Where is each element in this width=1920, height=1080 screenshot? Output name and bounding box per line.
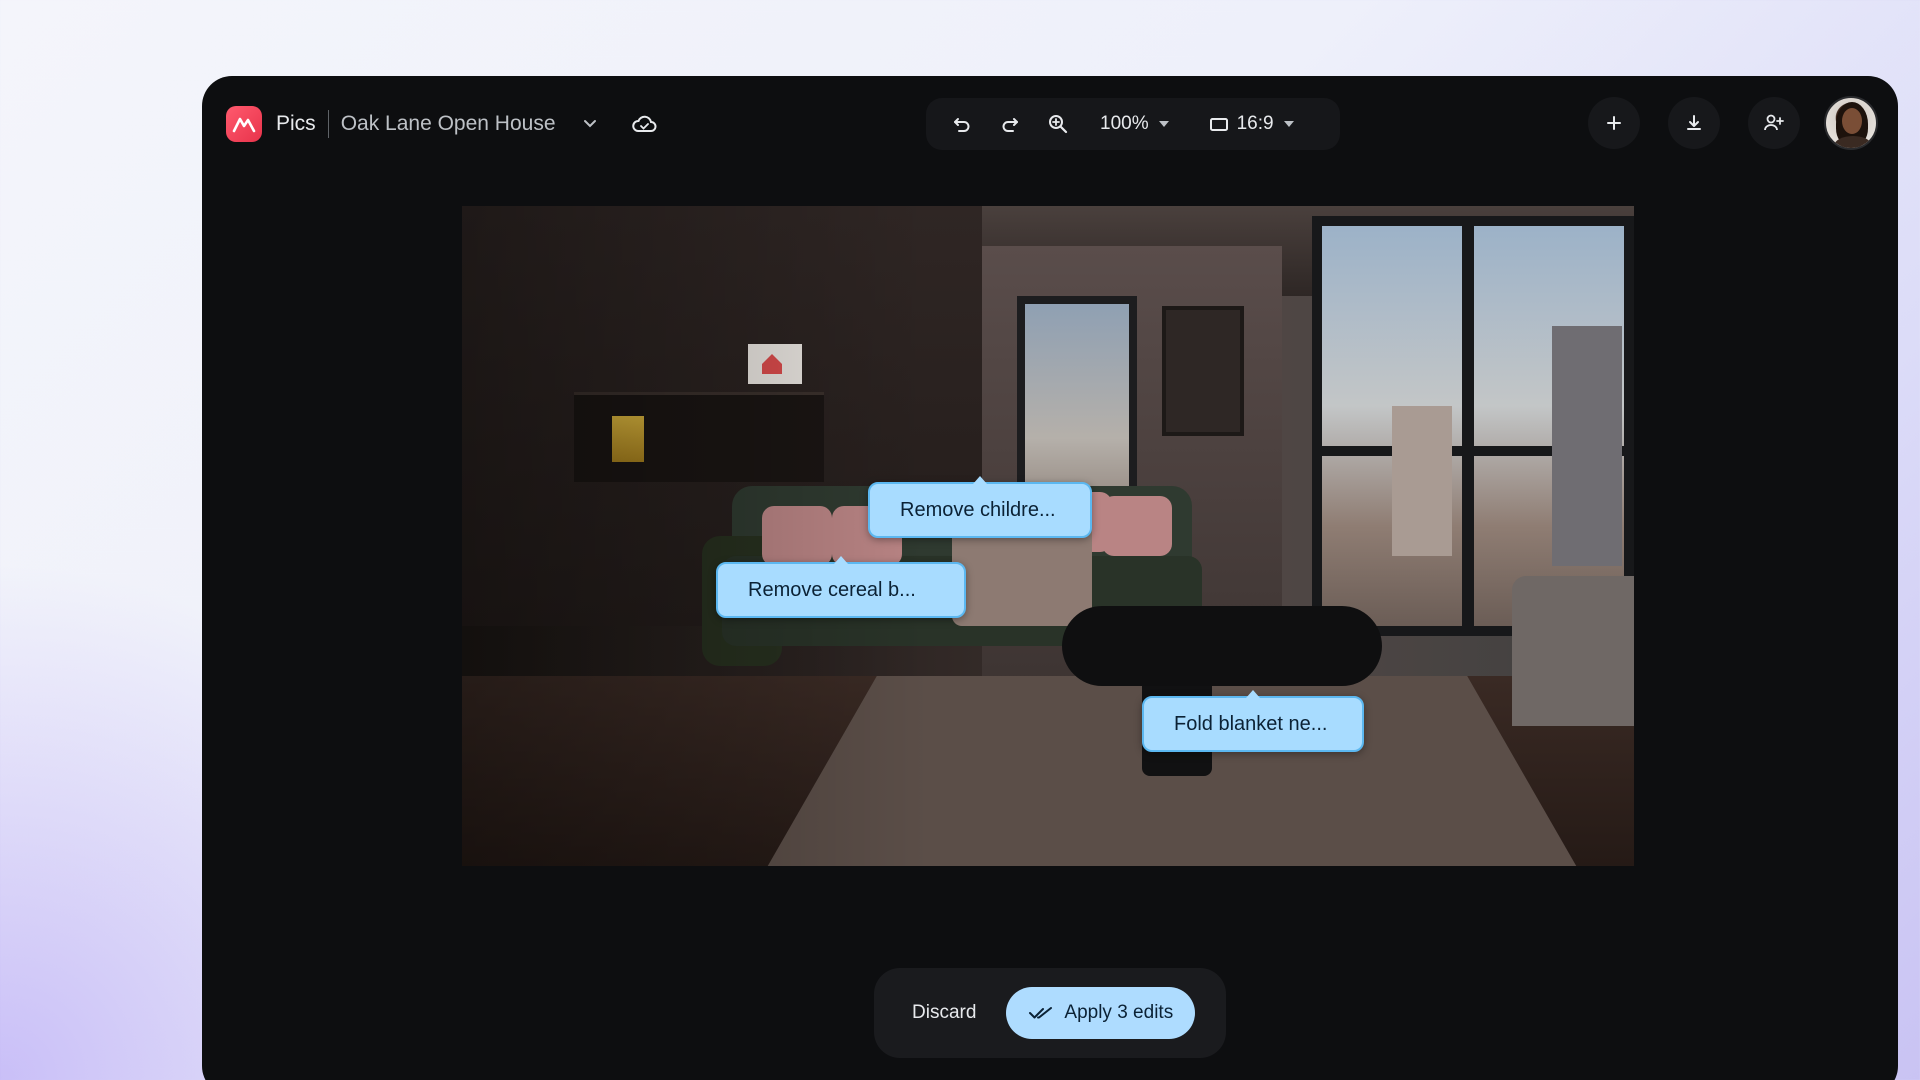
- cloud-icon: [631, 115, 656, 132]
- user-avatar[interactable]: [1824, 96, 1878, 150]
- zoom-button[interactable]: [1038, 104, 1078, 144]
- caret-down-icon: [1158, 121, 1169, 127]
- avatar-face: [1842, 108, 1862, 134]
- apply-edits-button[interactable]: Apply 3 edits: [1006, 987, 1196, 1039]
- edit-bubble-fold-blanket[interactable]: Fold blanket ne...: [1142, 690, 1364, 752]
- aspect-ratio-select[interactable]: 16:9: [1209, 113, 1294, 135]
- app-header: Pics Oak Lane Open House: [226, 104, 664, 144]
- pics-logo-icon: [226, 106, 262, 142]
- zoom-level-select[interactable]: 100%: [1100, 113, 1169, 135]
- double-check-icon: [1028, 1005, 1054, 1021]
- download-button[interactable]: [1668, 97, 1720, 149]
- chevron-down-icon: [583, 120, 596, 128]
- plus-icon: [1607, 116, 1621, 130]
- caret-down-icon: [1283, 121, 1294, 127]
- redo-icon: [1002, 118, 1018, 132]
- project-title[interactable]: Oak Lane Open House: [341, 112, 556, 136]
- zoom-in-icon: [1049, 115, 1068, 134]
- zoom-level-value: 100%: [1100, 113, 1149, 134]
- edit-action-bar: Discard Apply 3 edits: [874, 968, 1226, 1058]
- app-window: Pics Oak Lane Open House 100% 16:9 Remov…: [202, 76, 1898, 1080]
- avatar-body: [1834, 136, 1872, 148]
- undo-button[interactable]: [942, 104, 982, 144]
- edit-bubble-remove-cereal[interactable]: Remove cereal b...: [716, 556, 966, 618]
- discard-button[interactable]: Discard: [890, 987, 998, 1039]
- header-divider: [327, 110, 329, 138]
- edit-bubble-remove-drawing[interactable]: Remove childre...: [868, 476, 1092, 538]
- project-menu-button[interactable]: [570, 104, 610, 144]
- editor-toolbar: 100% 16:9: [926, 98, 1340, 150]
- person-add-icon: [1764, 114, 1784, 131]
- redo-button[interactable]: [990, 104, 1030, 144]
- apply-edits-label: Apply 3 edits: [1064, 1002, 1174, 1023]
- header-actions: [1560, 96, 1878, 150]
- aspect-ratio-icon: [1209, 118, 1228, 131]
- share-button[interactable]: [1748, 97, 1800, 149]
- undo-icon: [954, 118, 970, 132]
- aspect-ratio-value: 16:9: [1236, 113, 1274, 134]
- app-name: Pics: [276, 112, 316, 135]
- cloud-sync-button[interactable]: [624, 104, 664, 144]
- add-button[interactable]: [1588, 97, 1640, 149]
- download-icon: [1687, 115, 1701, 130]
